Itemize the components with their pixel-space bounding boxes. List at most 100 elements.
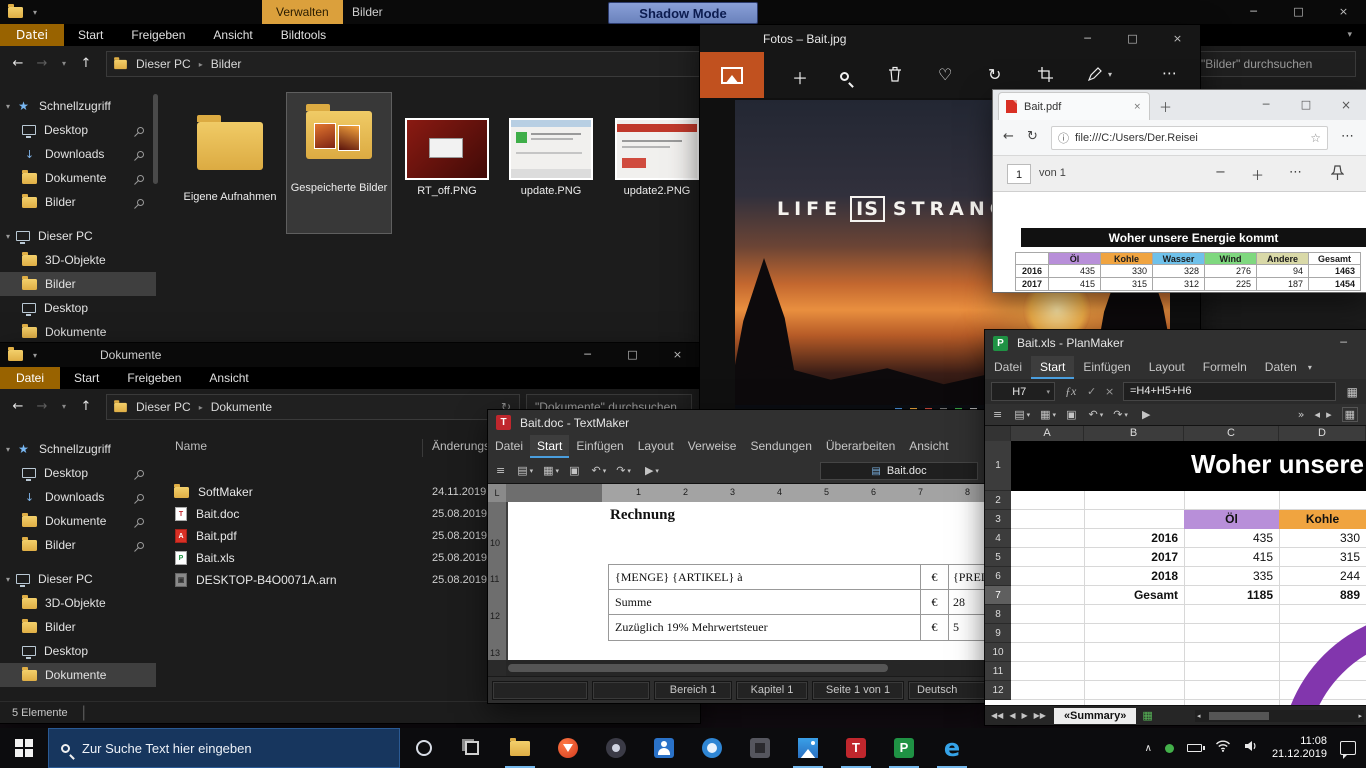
row-header[interactable]: 5 — [985, 548, 1011, 567]
tab-ueberarbeiten[interactable]: Überarbeiten — [819, 435, 902, 458]
tray-expand-icon[interactable]: ∧ — [1145, 743, 1152, 754]
tab-datei[interactable]: Datei — [488, 435, 530, 458]
cell-b6[interactable]: 2018 — [1084, 567, 1178, 586]
row-header[interactable]: 6 — [985, 567, 1011, 586]
forward-icon[interactable]: → — [30, 399, 54, 414]
cortana-button[interactable] — [400, 728, 448, 768]
close-button[interactable]: × — [655, 343, 700, 367]
expander-icon[interactable]: ▾ — [0, 575, 16, 584]
maximize-button[interactable]: □ — [1110, 25, 1155, 52]
taskbar-brave[interactable] — [544, 728, 592, 768]
tab-datei[interactable]: Datei — [985, 356, 1031, 379]
sidebar-item-bilder[interactable]: Bilder — [0, 533, 156, 557]
tab-sendungen[interactable]: Sendungen — [743, 435, 818, 458]
scroll-left-icon[interactable]: ◂ — [1197, 712, 1201, 720]
tab-datei[interactable]: Datei — [0, 24, 64, 46]
confirm-icon[interactable]: ✓ — [1087, 385, 1096, 398]
save-icon[interactable]: ▣ — [569, 464, 579, 477]
zoom-in-icon[interactable]: ＋ — [1251, 165, 1264, 184]
clock[interactable]: 11:08 21.12.2019 — [1272, 735, 1327, 761]
sheet-tab-summary[interactable]: «Summary» — [1054, 708, 1136, 724]
file-item-update[interactable]: update.PNG — [502, 118, 600, 198]
row-header[interactable]: 1 — [985, 441, 1011, 491]
cell-d5[interactable]: 315 — [1279, 548, 1360, 567]
add-icon[interactable]: ＋ — [792, 65, 808, 89]
taskbar-photos[interactable] — [784, 728, 832, 768]
rotate-icon[interactable]: ↻ — [988, 65, 1001, 84]
volume-icon[interactable] — [1244, 739, 1259, 757]
row-header[interactable]: 3 — [985, 510, 1011, 529]
row-header-active[interactable]: 7 — [985, 586, 1011, 605]
cell-c7[interactable]: 1185 — [1184, 586, 1273, 605]
breadcrumb-current[interactable]: Bilder — [211, 57, 242, 71]
hamburger-icon[interactable]: ≡ — [993, 408, 1002, 421]
expander-icon[interactable]: ▾ — [0, 232, 16, 241]
tab-ansicht[interactable]: Ansicht — [902, 435, 955, 458]
close-button[interactable]: × — [1155, 25, 1200, 52]
up-icon[interactable]: ↑ — [74, 399, 98, 414]
edit-create-icon[interactable] — [1088, 67, 1102, 86]
tab-start[interactable]: Start — [530, 435, 569, 458]
qat-chevron-icon[interactable]: ▾ — [33, 351, 37, 360]
edit-chevron-icon[interactable]: ▾ — [1108, 70, 1112, 79]
minimize-button[interactable]: ─ — [1321, 330, 1366, 356]
scroll-right-icon[interactable]: ▸ — [1358, 712, 1362, 720]
sidebar-item-dokumente[interactable]: Dokumente — [0, 166, 156, 190]
sidebar-item-schnellzugriff[interactable]: ▾★Schnellzugriff — [0, 437, 156, 461]
prev-icon[interactable]: ◂ — [1315, 408, 1321, 421]
file-item-gespeicherte-bilder[interactable]: Gespeicherte Bilder — [286, 92, 392, 234]
document-page[interactable]: Rechnung {MENGE} {ARTIKEL} à € {PREIS} S… — [508, 502, 985, 660]
favorite-icon[interactable]: ♡ — [938, 65, 952, 84]
tab-stop-selector[interactable]: L — [488, 484, 506, 502]
task-view-button[interactable] — [448, 728, 496, 768]
column-header-d[interactable]: D — [1279, 426, 1366, 441]
tab-freigeben[interactable]: Freigeben — [113, 367, 195, 389]
horizontal-scrollbar[interactable] — [506, 660, 985, 676]
sidebar-item-bilder[interactable]: Bilder — [0, 190, 156, 214]
menu-overflow-icon[interactable]: ▾ — [1308, 356, 1312, 379]
minimize-button[interactable]: ─ — [1231, 0, 1276, 24]
more-icon[interactable]: ⋯ — [1162, 64, 1177, 82]
pointer-icon[interactable]: ▶ — [645, 464, 653, 477]
tab-ansicht[interactable]: Ansicht — [199, 24, 266, 46]
sidebar-item-desktop-pc[interactable]: Desktop — [0, 639, 156, 663]
file-item-update2[interactable]: update2.PNG — [608, 118, 706, 198]
cell-b4[interactable]: 2016 — [1084, 529, 1178, 548]
sidebar-item-downloads[interactable]: ↓Downloads — [0, 142, 156, 166]
maximize-button[interactable]: □ — [1286, 90, 1326, 120]
ribbon-collapse-icon[interactable]: ▾ — [1347, 30, 1352, 40]
select-all-corner[interactable] — [985, 426, 1011, 441]
status-seite[interactable]: Seite 1 von 1 — [812, 681, 904, 700]
sidebar-item-3d-objekte[interactable]: 3D-Objekte — [0, 248, 156, 272]
formula-input[interactable]: =H4+H5+H6 — [1123, 382, 1336, 401]
new-sheet-icon[interactable]: ▦ — [1142, 709, 1152, 722]
column-header-c[interactable]: C — [1184, 426, 1279, 441]
open-icon[interactable]: ▦ — [1040, 408, 1050, 421]
formula-bar-toggle-icon[interactable]: ▦ — [1347, 385, 1358, 399]
url-input[interactable] — [1075, 132, 1310, 144]
column-header-a[interactable]: A — [1011, 426, 1084, 441]
minimize-button[interactable]: ─ — [1065, 25, 1110, 52]
first-sheet-icon[interactable]: ◀◀ — [991, 711, 1003, 720]
row-header[interactable]: 4 — [985, 529, 1011, 548]
undo-icon[interactable]: ↶ — [591, 464, 600, 477]
sidebar-item-dokumente[interactable]: Dokumente — [0, 509, 156, 533]
fx-icon[interactable]: ƒx — [1065, 384, 1076, 399]
tab-start[interactable]: Start — [60, 367, 113, 389]
status-bereich[interactable]: Bereich 1 — [654, 681, 732, 700]
cell-title-merged[interactable]: Woher unsere Energie kommt — [1011, 441, 1366, 491]
tab-layout[interactable]: Layout — [631, 435, 681, 458]
sidebar-item-dokumente-pc[interactable]: Dokumente — [0, 663, 156, 687]
search-input[interactable] — [1193, 57, 1355, 71]
pdf-more-icon[interactable]: ⋯ — [1289, 165, 1302, 180]
battery-icon[interactable] — [1187, 744, 1202, 752]
cell-c5[interactable]: 415 — [1184, 548, 1273, 567]
taskbar-search-input[interactable] — [82, 741, 362, 756]
taskbar-explorer[interactable] — [496, 728, 544, 768]
tab-datei[interactable]: Datei — [0, 367, 60, 389]
tab-einfuegen[interactable]: Einfügen — [1074, 356, 1139, 379]
cell-d7[interactable]: 889 — [1279, 586, 1360, 605]
crop-icon[interactable] — [1038, 67, 1053, 87]
tab-ansicht[interactable]: Ansicht — [195, 367, 262, 389]
sheet-grid-icon[interactable]: ▦ — [1342, 407, 1358, 422]
